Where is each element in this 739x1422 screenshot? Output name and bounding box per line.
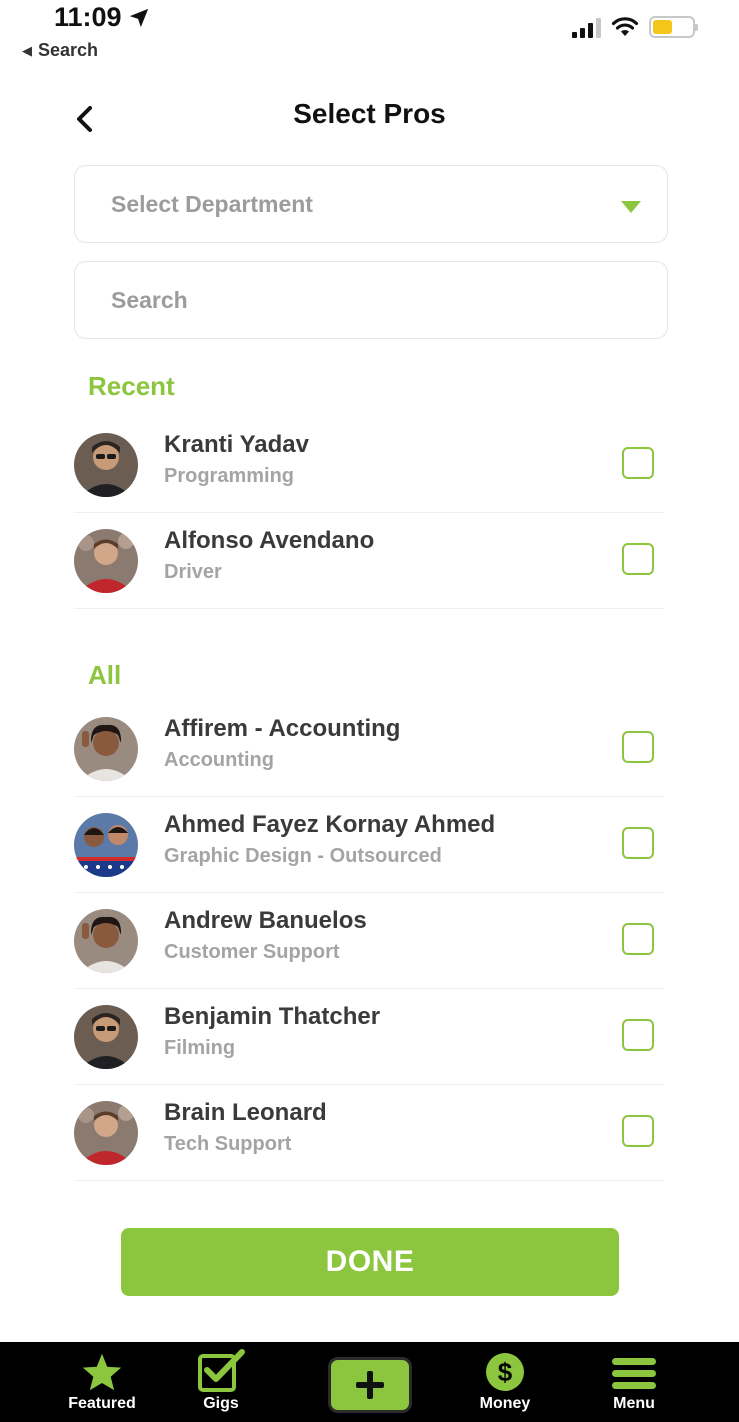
list-item[interactable]: Brain Leonard Tech Support [74, 1085, 664, 1181]
back-triangle-icon: ◀ [22, 42, 32, 58]
wifi-icon [611, 17, 639, 36]
pro-name: Ahmed Fayez Kornay Ahmed [164, 811, 496, 838]
all-list: Affirem - Accounting Accounting Ahmed Fa… [74, 701, 664, 1181]
tab-label: Money [479, 1395, 531, 1412]
list-item[interactable]: Andrew Banuelos Customer Support [74, 893, 664, 989]
section-title-all: All [88, 660, 122, 690]
pro-name: Andrew Banuelos [164, 907, 367, 934]
status-indicators [572, 16, 698, 38]
search-field [74, 261, 668, 339]
tab-label: Featured [68, 1395, 136, 1412]
pro-name: Kranti Yadav [164, 431, 309, 458]
dropdown-caret-icon [621, 201, 641, 213]
recent-list: Kranti Yadav Programming Alfonso Avendan… [74, 417, 664, 609]
department-select-label: Select Department [111, 190, 313, 217]
select-checkbox[interactable] [622, 827, 654, 859]
status-bar: 11:09 ◀ Search [0, 0, 739, 70]
avatar [74, 909, 138, 973]
list-item[interactable]: Affirem - Accounting Accounting [74, 701, 664, 797]
section-title-recent: Recent [88, 371, 175, 401]
svg-text:$: $ [498, 1357, 513, 1387]
plus-icon [356, 1371, 384, 1399]
avatar [74, 1101, 138, 1165]
select-checkbox[interactable] [622, 543, 654, 575]
select-checkbox[interactable] [622, 1019, 654, 1051]
cellular-signal-icon [572, 16, 601, 38]
pro-department: Programming [164, 465, 295, 487]
list-item[interactable]: Alfonso Avendano Driver [74, 513, 664, 609]
tab-menu[interactable]: Menu [594, 1342, 674, 1422]
tab-money[interactable]: $ Money [465, 1342, 545, 1422]
pro-department: Accounting [164, 749, 274, 771]
status-back-label: Search [38, 40, 99, 60]
pro-department: Driver [164, 561, 222, 583]
tab-label: Menu [613, 1395, 655, 1412]
status-time-text: 11:09 [54, 2, 122, 32]
department-select[interactable]: Select Department [74, 165, 668, 243]
battery-icon [649, 16, 698, 38]
pro-name: Brain Leonard [164, 1099, 327, 1126]
pro-name: Benjamin Thatcher [164, 1003, 381, 1030]
pro-name: Alfonso Avendano [164, 527, 375, 554]
select-checkbox[interactable] [622, 731, 654, 763]
page-title: Select Pros [293, 98, 446, 129]
pro-name: Affirem - Accounting [164, 715, 401, 742]
select-checkbox[interactable] [622, 1115, 654, 1147]
status-back-to-search[interactable]: ◀ Search [22, 40, 98, 61]
select-checkbox[interactable] [622, 447, 654, 479]
select-checkbox[interactable] [622, 923, 654, 955]
header: Select Pros [0, 90, 739, 150]
status-time: 11:09 [54, 2, 150, 33]
list-item[interactable]: Kranti Yadav Programming [74, 417, 664, 513]
avatar [74, 529, 138, 593]
checkbox-checked-icon [198, 1349, 245, 1392]
list-item[interactable]: Benjamin Thatcher Filming [74, 989, 664, 1085]
search-input[interactable] [75, 262, 667, 338]
tab-bar: Featured Gigs $ Money Menu [0, 1342, 739, 1422]
pro-department: Tech Support [164, 1133, 292, 1155]
avatar [74, 813, 138, 877]
dollar-circle-icon: $ [486, 1353, 524, 1391]
list-item[interactable]: Ahmed Fayez Kornay Ahmed Graphic Design … [74, 797, 664, 893]
avatar [74, 1005, 138, 1069]
add-button[interactable] [328, 1357, 412, 1413]
tab-featured[interactable]: Featured [52, 1342, 152, 1422]
pro-department: Customer Support [164, 941, 340, 963]
hamburger-menu-icon [612, 1358, 656, 1389]
avatar [74, 717, 138, 781]
location-arrow-icon [129, 8, 148, 27]
tab-label: Gigs [203, 1395, 239, 1412]
pro-department: Filming [164, 1037, 236, 1059]
done-button[interactable]: DONE [121, 1228, 619, 1296]
pro-department: Graphic Design - Outsourced [164, 845, 442, 867]
avatar [74, 433, 138, 497]
tab-gigs[interactable]: Gigs [181, 1342, 261, 1422]
star-icon [82, 1353, 122, 1391]
